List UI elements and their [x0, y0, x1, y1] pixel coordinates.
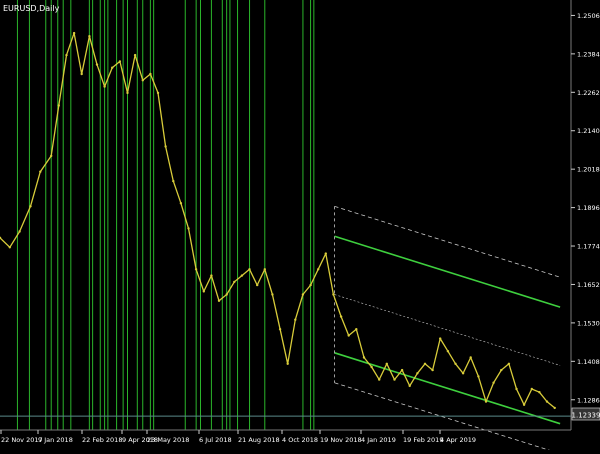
x-tick-label-11: 4 Apr 2019	[440, 436, 476, 444]
price-point-70	[545, 400, 549, 403]
price-point-62	[484, 400, 488, 403]
price-point-52	[408, 384, 411, 388]
price-point-53	[416, 372, 419, 375]
price-point-17	[141, 79, 144, 82]
price-point-9	[80, 72, 83, 76]
price-point-67	[522, 403, 526, 406]
price-point-47	[370, 365, 373, 369]
price-point-36	[286, 362, 289, 365]
x-tick-label-8: 19 Nov 2018	[320, 436, 362, 444]
price-point-42	[332, 293, 335, 296]
price-point-28	[225, 293, 228, 296]
price-point-44	[347, 334, 350, 337]
price-point-20	[164, 145, 167, 148]
price-point-23	[187, 227, 190, 230]
price-point-13	[111, 66, 114, 69]
price-point-45	[355, 328, 358, 331]
y-tick-label-0: 1.25060	[577, 12, 600, 20]
price-point-56	[439, 337, 442, 340]
y-tick-label-7: 1.16520	[577, 281, 600, 289]
symbol-label: EURUSD,Daily	[3, 4, 60, 13]
x-tick-label-2: 22 Feb 2018	[82, 436, 122, 444]
price-point-6	[57, 104, 60, 107]
price-point-37	[294, 318, 297, 321]
current-price-label: 1.12339	[572, 412, 600, 420]
x-tick-label-5: 6 Jul 2018	[199, 436, 232, 444]
price-point-15	[126, 91, 129, 95]
price-point-55	[431, 368, 434, 372]
price-point-66	[515, 387, 518, 391]
price-point-11	[95, 63, 99, 66]
price-point-22	[179, 202, 183, 205]
y-tick-label-3: 1.21400	[577, 127, 600, 135]
y-tick-label-8: 1.15300	[577, 319, 600, 327]
price-point-35	[278, 328, 282, 331]
price-point-41	[324, 252, 327, 255]
x-tick-label-1: 9 Jan 2018	[38, 436, 73, 444]
price-point-19	[156, 91, 160, 95]
price-point-63	[492, 381, 495, 384]
price-point-32	[256, 283, 259, 287]
x-tick-label-9: 4 Jan 2019	[361, 436, 396, 444]
price-point-54	[423, 362, 427, 365]
x-tick-label-4: 23 May 2018	[147, 436, 189, 444]
price-point-39	[309, 283, 312, 287]
price-point-31	[248, 268, 251, 271]
price-point-59	[461, 372, 465, 375]
y-tick-label-9: 1.14080	[577, 358, 600, 366]
y-tick-label-10: 1.12860	[577, 396, 600, 404]
price-point-2	[18, 230, 21, 233]
chart-window[interactable]: 1.25060 1.23840 1.22620 1.21400 1.20180 1.189…	[0, 0, 600, 454]
price-point-8	[72, 31, 76, 35]
x-tick-label-10: 19 Feb 2019	[403, 436, 443, 444]
price-point-34	[271, 293, 274, 296]
price-point-3	[29, 205, 32, 208]
price-point-30	[240, 274, 244, 277]
price-point-68	[530, 387, 533, 391]
price-point-40	[317, 268, 320, 271]
price-point-60	[469, 356, 472, 359]
y-tick-label-6: 1.17740	[577, 243, 600, 251]
price-point-50	[393, 378, 396, 381]
y-tick-label-4: 1.20180	[577, 166, 600, 174]
price-point-25	[202, 290, 205, 293]
price-point-64	[500, 368, 503, 372]
price-point-16	[133, 53, 137, 57]
price-point-46	[362, 356, 366, 359]
price-point-49	[385, 362, 388, 365]
price-point-58	[454, 362, 457, 365]
price-point-43	[339, 315, 343, 318]
price-point-61	[477, 375, 480, 378]
price-point-33	[263, 268, 266, 271]
price-point-57	[446, 350, 450, 353]
price-point-21	[172, 179, 175, 183]
x-tick-label-7: 4 Oct 2018	[282, 436, 318, 444]
price-point-5	[50, 154, 53, 158]
price-point-10	[88, 35, 91, 38]
price-chart[interactable]: 1.25060 1.23840 1.22620 1.21400 1.20180 1.189…	[0, 0, 600, 454]
x-tick-label-0: 22 Nov 2017	[1, 436, 43, 444]
price-point-1	[8, 246, 11, 249]
price-point-14	[118, 60, 122, 63]
price-point-29	[233, 280, 236, 284]
price-point-71	[553, 406, 556, 410]
price-point-4	[39, 170, 42, 173]
price-point-7	[65, 53, 68, 57]
y-tick-label-1: 1.23840	[577, 50, 600, 58]
price-point-12	[103, 85, 106, 88]
price-point-27	[217, 299, 221, 302]
price-point-65	[507, 362, 511, 365]
price-point-26	[210, 274, 213, 277]
price-point-24	[194, 268, 198, 271]
price-point-51	[400, 368, 404, 372]
price-point-38	[301, 293, 305, 296]
price-point-69	[538, 391, 541, 394]
x-tick-label-6: 21 Aug 2018	[238, 436, 280, 444]
price-point-48	[378, 378, 381, 381]
y-tick-label-2: 1.22620	[577, 89, 600, 97]
price-point-18	[149, 72, 152, 76]
y-tick-label-5: 1.18960	[577, 204, 600, 212]
